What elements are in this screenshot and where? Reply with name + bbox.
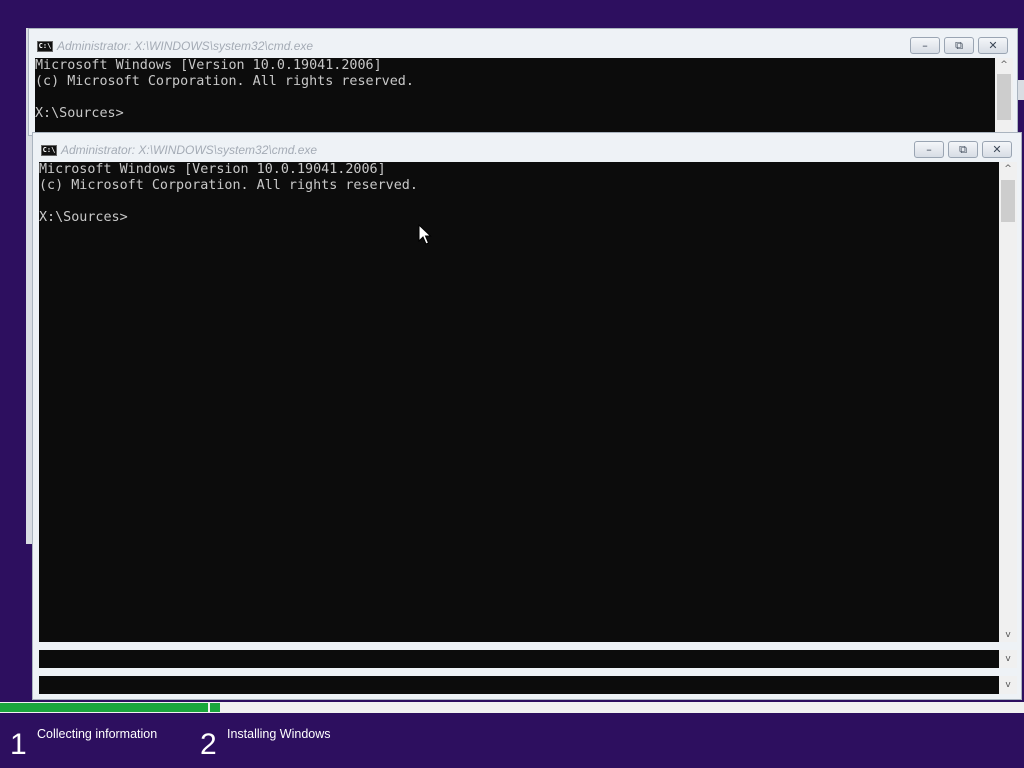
- maximize-button[interactable]: ⧉: [948, 141, 978, 158]
- close-button[interactable]: ✕: [982, 141, 1012, 158]
- maximize-button[interactable]: ⧉: [944, 37, 974, 54]
- cmd-icon: C:\: [41, 145, 57, 156]
- console-line: Microsoft Windows [Version 10.0.19041.20…: [35, 58, 382, 73]
- console-prompt: X:\Sources>: [35, 106, 124, 121]
- scroll-thumb[interactable]: [997, 74, 1011, 120]
- cmd-window-front[interactable]: C:\ Administrator: X:\WINDOWS\system32\c…: [32, 132, 1022, 700]
- step-label: Collecting information: [37, 727, 158, 741]
- console-line: Microsoft Windows [Version 10.0.19041.20…: [39, 162, 386, 177]
- console-line: ​: [35, 90, 995, 106]
- step-label: Installing Windows: [227, 727, 331, 741]
- console-strip[interactable]: [39, 650, 999, 668]
- scroll-down-icon[interactable]: v: [999, 676, 1017, 694]
- vertical-scrollbar[interactable]: ^: [995, 58, 1013, 137]
- cmd-window-back[interactable]: C:\ Administrator: X:\WINDOWS\system32\c…: [28, 28, 1018, 137]
- console-prompt: X:\Sources>: [39, 210, 128, 225]
- title-bar[interactable]: C:\ Administrator: X:\WINDOWS\system32\c…: [29, 29, 1017, 57]
- window-title: Administrator: X:\WINDOWS\system32\cmd.e…: [61, 143, 318, 157]
- scroll-down-icon[interactable]: v: [999, 650, 1017, 668]
- window-title: Administrator: X:\WINDOWS\system32\cmd.e…: [57, 39, 314, 53]
- console-line: (c) Microsoft Corporation. All rights re…: [39, 178, 418, 193]
- vertical-scrollbar[interactable]: ^ v: [999, 162, 1017, 642]
- cmd-icon: C:\: [37, 41, 53, 52]
- minimize-button[interactable]: –: [914, 141, 944, 158]
- console-output[interactable]: Microsoft Windows [Version 10.0.19041.20…: [35, 58, 995, 137]
- progress-fill-step-2: [210, 703, 220, 712]
- close-button[interactable]: ✕: [978, 37, 1008, 54]
- minimize-button[interactable]: –: [910, 37, 940, 54]
- title-bar[interactable]: C:\ Administrator: X:\WINDOWS\system32\c…: [33, 133, 1021, 161]
- console-strip[interactable]: [39, 676, 999, 694]
- console-line: ​: [39, 194, 999, 210]
- arrow-cursor-icon: [418, 224, 432, 245]
- scroll-thumb[interactable]: [1001, 180, 1015, 222]
- progress-fill-step-1: [0, 703, 208, 712]
- console-output[interactable]: Microsoft Windows [Version 10.0.19041.20…: [39, 162, 999, 642]
- step-number: 2: [200, 728, 217, 761]
- setup-progress-bar: [0, 702, 1024, 713]
- scroll-up-icon[interactable]: ^: [999, 162, 1017, 176]
- step-number: 1: [10, 728, 27, 761]
- console-line: (c) Microsoft Corporation. All rights re…: [35, 74, 414, 89]
- scroll-down-icon[interactable]: v: [999, 628, 1017, 642]
- scroll-up-icon[interactable]: ^: [995, 58, 1013, 72]
